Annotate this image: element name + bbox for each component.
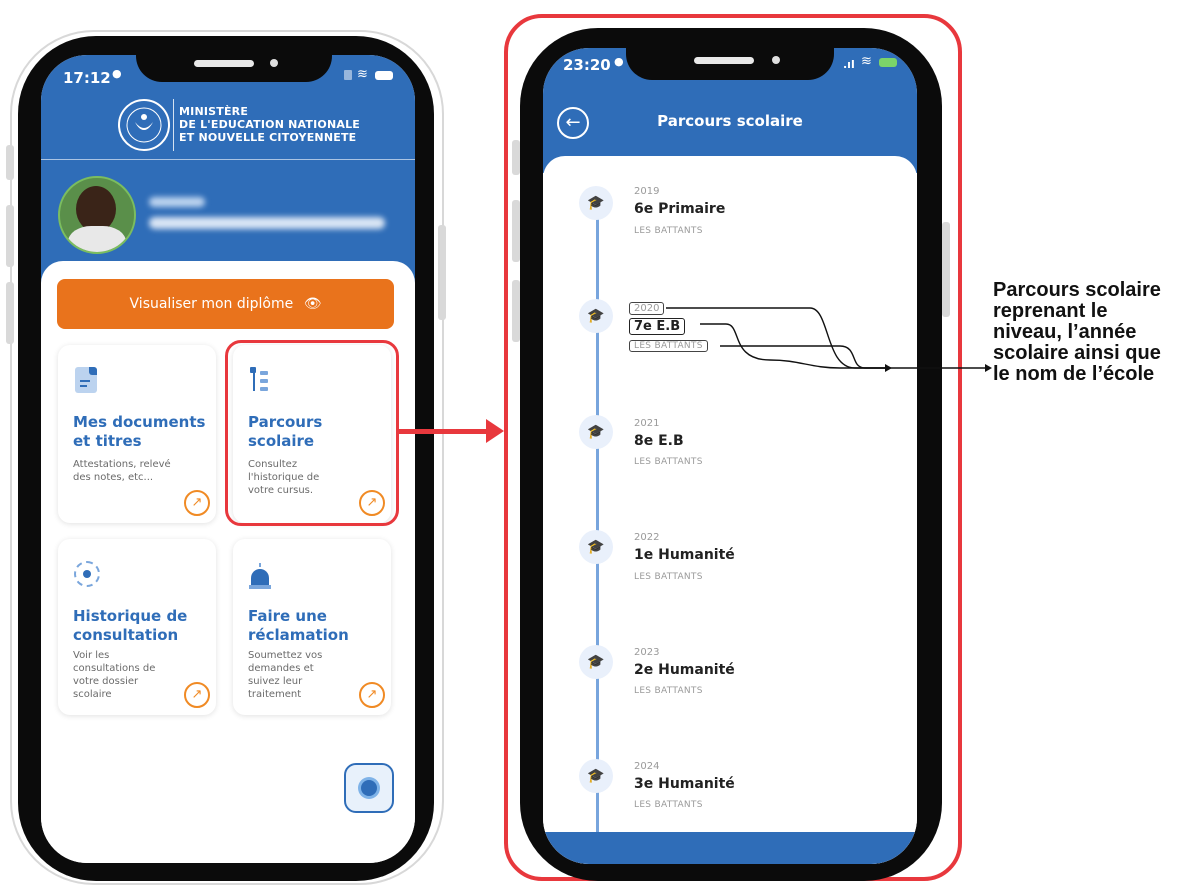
timeline-year: 2023: [634, 647, 660, 658]
timeline-level: 3e Humanité: [634, 776, 735, 792]
card-history[interactable]: Historique de consultation Voir les cons…: [58, 539, 216, 715]
timeline-panel: [543, 156, 917, 864]
graduation-cap-icon: 🎓: [579, 759, 613, 793]
timeline-school: LES BATTANTS: [634, 686, 703, 696]
annotation-connectors: [666, 307, 992, 372]
timeline-year: 2019: [634, 186, 660, 197]
graduation-cap-icon: 🎓: [579, 645, 613, 679]
eye-icon: 👁: [303, 296, 322, 312]
history-icon: [74, 561, 100, 587]
volume-down-button: [6, 282, 14, 344]
card-reclamation[interactable]: Faire une réclamation Soumettez vos dema…: [233, 539, 391, 715]
timeline-year: 2024: [634, 761, 660, 772]
timeline-school: LES BATTANTS: [634, 457, 703, 467]
power-button: [438, 225, 446, 320]
red-arrow-head: [486, 419, 504, 443]
avatar: [58, 176, 136, 254]
floating-action-button[interactable]: [344, 763, 394, 813]
view-diploma-button[interactable]: Visualiser mon diplôme 👁: [57, 279, 394, 329]
left-notch: [136, 36, 332, 82]
right-speaker: [694, 57, 754, 64]
mute-switch: [6, 145, 14, 180]
arrow-up-right-icon[interactable]: ↗: [184, 490, 210, 516]
ministry-seal-icon: [118, 99, 170, 151]
graduation-cap-icon: 🎓: [579, 299, 613, 333]
person-status-icon: ●: [614, 55, 624, 68]
graduation-cap-icon: 🎓: [579, 530, 613, 564]
header-divider: [41, 159, 415, 160]
view-diploma-label: Visualiser mon diplôme: [129, 296, 294, 312]
card-description: Voir les consultations de votre dossier …: [73, 650, 156, 700]
timeline-school: LES BATTANTS: [634, 572, 703, 582]
volume-up-button: [6, 205, 14, 267]
mute-switch: [512, 140, 520, 175]
wifi-icon: ≋: [357, 67, 368, 82]
timeline-school: LES BATTANTS: [634, 800, 703, 810]
ministry-line-2: DE L'EDUCATION NATIONALE: [179, 118, 360, 131]
left-camera: [270, 59, 278, 67]
timeline-year: 2021: [634, 418, 660, 429]
ministry-name: MINISTÈRE DE L'EDUCATION NATIONALE ET NO…: [179, 105, 360, 144]
status-time: 23:20: [563, 56, 611, 74]
volume-up-button: [512, 200, 520, 262]
arrow-up-right-icon[interactable]: ↗: [359, 682, 385, 708]
timeline-level: 8e E.B: [634, 433, 684, 449]
card-title: Faire une réclamation: [248, 607, 349, 644]
timeline-level: 2e Humanité: [634, 662, 735, 678]
annotation-text: Parcours scolaire reprenant le niveau, l…: [993, 279, 1161, 385]
right-notch: [626, 28, 834, 80]
timeline-year: 2022: [634, 532, 660, 543]
left-speaker: [194, 60, 254, 67]
card-title: Mes documents et titres: [73, 413, 206, 450]
page-title: Parcours scolaire: [657, 112, 803, 130]
bottom-bar: [543, 832, 917, 864]
blurred-student-name: [149, 217, 385, 229]
document-icon: [75, 367, 97, 393]
volume-down-button: [512, 280, 520, 342]
timeline-school: LES BATTANTS: [634, 226, 703, 236]
wifi-icon: ≋: [861, 54, 872, 69]
ministry-line-3: ET NOUVELLE CITOYENNETE: [179, 131, 357, 144]
signal-icon: .ıl: [843, 58, 855, 71]
flower-icon: [361, 780, 377, 796]
status-time: 17:12: [63, 69, 111, 87]
card-title: Historique de consultation: [73, 607, 188, 644]
red-arrow-line: [399, 429, 489, 434]
battery-charging-icon: [879, 58, 897, 67]
timeline-level: 1e Humanité: [634, 547, 735, 563]
card-description: Attestations, relevé des notes, etc...: [73, 459, 171, 483]
person-status-icon: ●: [112, 67, 122, 80]
graduation-cap-icon: 🎓: [579, 186, 613, 220]
logo-divider: [173, 99, 174, 151]
signal-icon: [344, 70, 352, 80]
timeline-level: 6e Primaire: [634, 201, 726, 217]
ministry-line-1: MINISTÈRE: [179, 105, 249, 118]
highlight-parcours-card: [225, 340, 399, 526]
card-documents[interactable]: Mes documents et titres Attestations, re…: [58, 345, 216, 523]
right-camera: [772, 56, 780, 64]
battery-icon: [375, 71, 393, 80]
card-description: Soumettez vos demandes et suivez leur tr…: [248, 650, 323, 700]
blurred-label: [149, 197, 205, 207]
graduation-cap-icon: 🎓: [579, 415, 613, 449]
arrow-up-right-icon[interactable]: ↗: [184, 682, 210, 708]
right-screen: 23:20 ● .ıl ≋ ← Parcours scolaire 🎓 2019…: [543, 48, 917, 864]
